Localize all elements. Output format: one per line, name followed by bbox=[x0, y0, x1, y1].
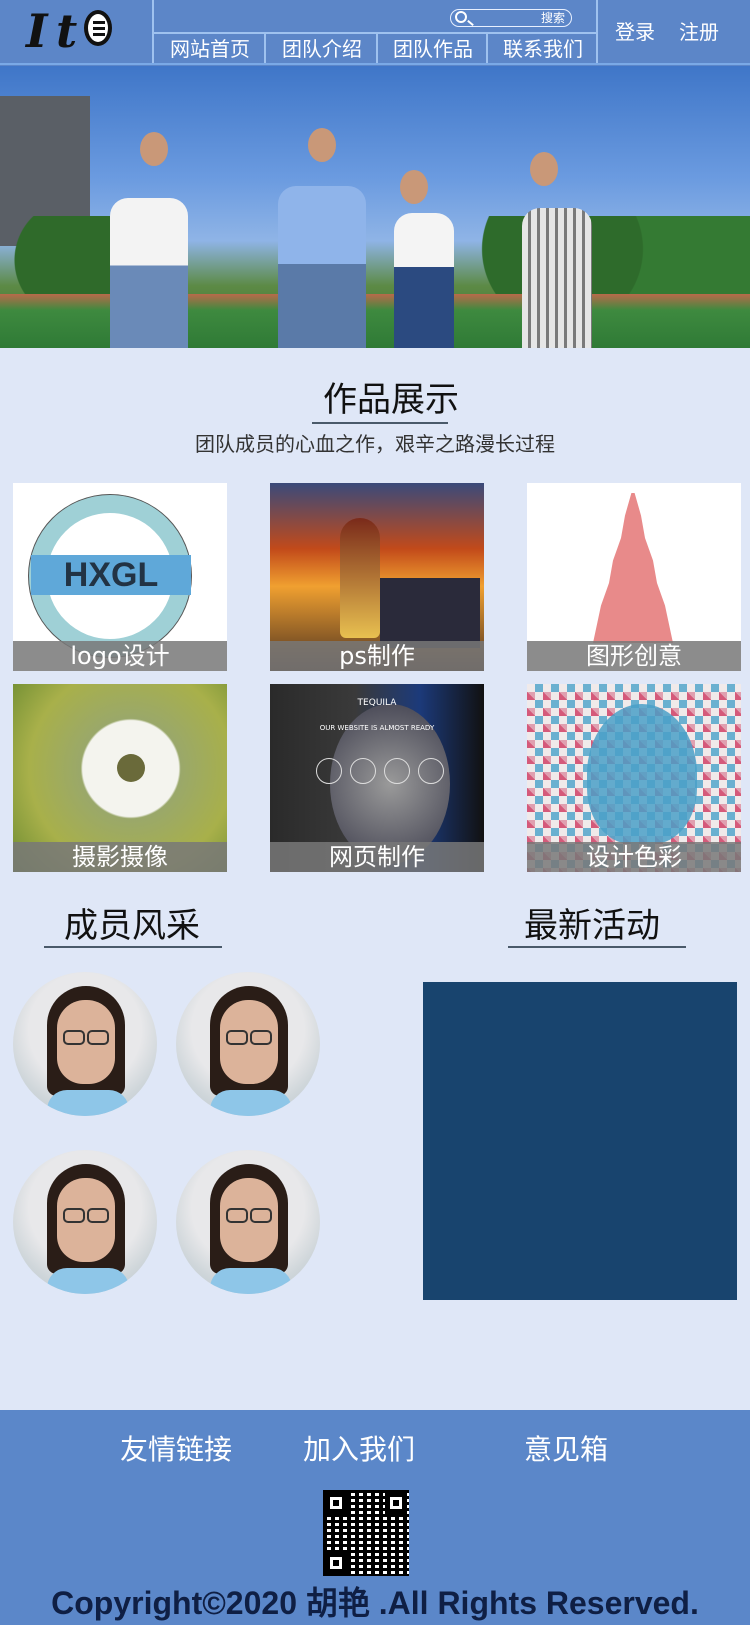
work-caption: 网页制作 bbox=[270, 842, 484, 872]
web-brand: TEQUILA bbox=[357, 698, 397, 708]
work-caption: 设计色彩 bbox=[527, 842, 741, 872]
logo-slogan: 互相鼓励，共同进步 bbox=[70, 598, 152, 608]
nav-contact[interactable]: 联系我们 bbox=[488, 34, 598, 64]
hxgl-logo-text: HXGL bbox=[31, 555, 191, 595]
search-box[interactable]: 搜索 bbox=[450, 9, 572, 27]
qr-code-icon bbox=[323, 1490, 409, 1576]
member-avatar[interactable] bbox=[13, 972, 157, 1116]
work-caption: 摄影摄像 bbox=[13, 842, 227, 872]
search-button[interactable]: 搜索 bbox=[541, 10, 565, 26]
work-web-design[interactable]: TEQUILA OUR WEBSITE IS ALMOST READY 网页制作 bbox=[270, 684, 484, 872]
work-photography[interactable]: 摄影摄像 bbox=[13, 684, 227, 872]
activity-title: 最新活动 bbox=[524, 906, 660, 946]
friend-links[interactable]: 友情链接 bbox=[120, 1428, 232, 1468]
pencil-image bbox=[593, 493, 673, 643]
site-logo[interactable]: I t bbox=[26, 4, 112, 58]
work-caption: ps制作 bbox=[270, 641, 484, 671]
works-subtitle: 团队成员的心血之作，艰辛之路漫长过程 bbox=[195, 432, 555, 456]
join-us-link[interactable]: 加入我们 bbox=[303, 1428, 415, 1468]
member-avatar[interactable] bbox=[176, 972, 320, 1116]
members-title: 成员风采 bbox=[64, 906, 200, 946]
member-avatar[interactable] bbox=[13, 1150, 157, 1294]
feedback-box-link[interactable]: 意见箱 bbox=[524, 1428, 608, 1468]
team-member-figure bbox=[278, 186, 366, 348]
site-header: I t 搜索 网站首页 团队介绍 团队作品 联系我们 登录 注册 bbox=[0, 0, 750, 66]
work-color-design[interactable]: 设计色彩 bbox=[527, 684, 741, 872]
nav-home[interactable]: 网站首页 bbox=[154, 34, 266, 64]
member-avatar[interactable] bbox=[176, 1150, 320, 1294]
register-link[interactable]: 注册 bbox=[679, 16, 719, 45]
latest-activity-panel[interactable] bbox=[423, 982, 737, 1300]
team-member-figure bbox=[110, 198, 188, 348]
nav-team-works[interactable]: 团队作品 bbox=[378, 34, 488, 64]
work-logo-design[interactable]: HXGL 互相鼓励，共同进步 logo设计 bbox=[13, 483, 227, 671]
bird-mosaic-image bbox=[587, 704, 697, 844]
works-title: 作品展示 bbox=[323, 380, 459, 420]
team-member-figure bbox=[522, 208, 592, 348]
work-ps[interactable]: ps制作 bbox=[270, 483, 484, 671]
web-headline: OUR WEBSITE IS ALMOST READY bbox=[319, 724, 435, 732]
team-member-figure bbox=[394, 213, 454, 348]
work-caption: logo设计 bbox=[13, 641, 227, 671]
copyright-text: Copyright©2020 胡艳 .All Rights Reserved. bbox=[51, 1585, 699, 1621]
login-link[interactable]: 登录 bbox=[615, 16, 655, 45]
search-icon bbox=[455, 11, 467, 23]
work-graphic-creative[interactable]: 图形创意 bbox=[527, 483, 741, 671]
nav-team-intro[interactable]: 团队介绍 bbox=[266, 34, 378, 64]
work-caption: 图形创意 bbox=[527, 641, 741, 671]
hero-banner-photo bbox=[0, 66, 750, 348]
